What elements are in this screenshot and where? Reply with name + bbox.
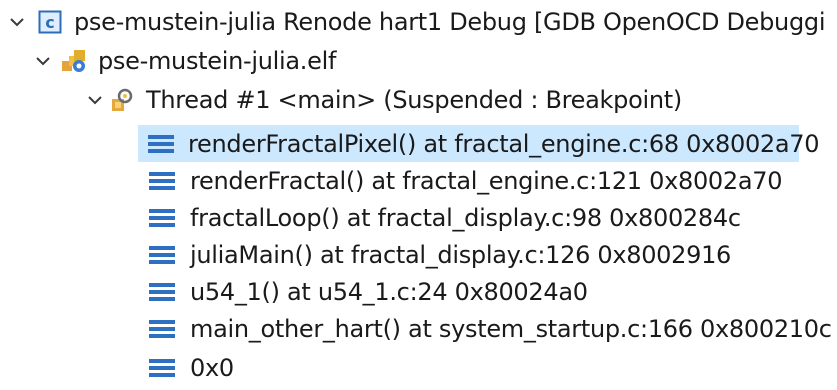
tree-item-launch[interactable]: c pse-mustein-julia Renode hart1 Debug [… (6, 3, 825, 40)
chevron-down-icon[interactable] (6, 7, 28, 37)
stack-frame-icon (148, 240, 176, 270)
tree-item-thread[interactable]: Thread #1 <main> (Suspended : Breakpoint… (84, 81, 682, 118)
stack-frame-icon (148, 353, 176, 383)
stack-frame-label: renderFractal() at fractal_engine.c:121 … (190, 166, 783, 195)
stack-frame-item[interactable]: main_other_hart() at system_startup.c:16… (138, 310, 832, 347)
stack-frame-icon (148, 277, 176, 307)
svg-text:c: c (45, 13, 54, 32)
stack-frame-label: fractalLoop() at fractal_display.c:98 0x… (190, 203, 741, 232)
stack-frame-item[interactable]: renderFractal() at fractal_engine.c:121 … (138, 162, 783, 199)
debug-tree: c pse-mustein-julia Renode hart1 Debug [… (0, 0, 837, 390)
stack-frame-item[interactable]: renderFractalPixel() at fractal_engine.c… (138, 125, 820, 162)
stack-frame-item[interactable]: juliaMain() at fractal_display.c:126 0x8… (138, 236, 731, 273)
stack-frame-icon (148, 129, 174, 159)
stack-frame-label: juliaMain() at fractal_display.c:126 0x8… (190, 240, 732, 269)
stack-frame-label: 0x0 (190, 353, 234, 382)
stack-frame-icon (148, 314, 176, 344)
launch-label: pse-mustein-julia Renode hart1 Debug [GD… (74, 7, 826, 36)
thread-suspended-icon (108, 85, 136, 115)
thread-label: Thread #1 <main> (Suspended : Breakpoint… (146, 85, 682, 114)
stack-frame-icon (148, 166, 176, 196)
stack-frame-icon (148, 203, 176, 233)
stack-frame-label: renderFractalPixel() at fractal_engine.c… (188, 129, 820, 158)
stack-frame-label: main_other_hart() at system_startup.c:16… (190, 314, 832, 343)
chevron-down-icon[interactable] (32, 46, 54, 76)
stack-frame-item[interactable]: fractalLoop() at fractal_display.c:98 0x… (138, 199, 741, 236)
stack-frame-item[interactable]: u54_1() at u54_1.c:24 0x80024a0 (138, 273, 588, 310)
stack-frame-label: u54_1() at u54_1.c:24 0x80024a0 (190, 277, 588, 306)
stack-frame-item[interactable]: 0x0 (138, 349, 234, 386)
elf-process-icon (60, 46, 88, 76)
chevron-down-icon[interactable] (84, 85, 106, 115)
tree-item-process[interactable]: pse-mustein-julia.elf (32, 42, 336, 79)
process-label: pse-mustein-julia.elf (98, 46, 337, 75)
c-launch-config-icon: c (36, 7, 64, 37)
